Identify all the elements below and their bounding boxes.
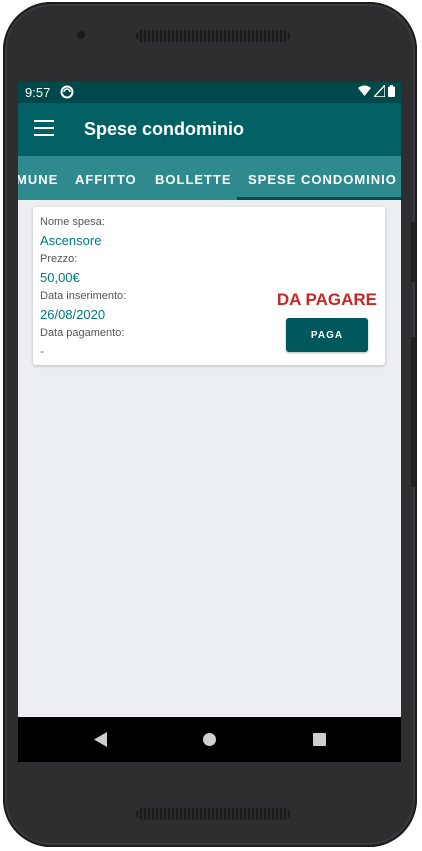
tab-bar: MUNE AFFITTO BOLLETTE SPESE CONDOMINIO	[18, 156, 401, 200]
app-bar: Spese condominio	[18, 103, 401, 156]
expense-card: Nome spesa: Ascensore Prezzo: 50,00€ Dat…	[33, 207, 385, 365]
bottom-speaker	[136, 808, 290, 820]
payment-status-badge: DA PAGARE	[276, 290, 377, 309]
power-button	[411, 222, 417, 282]
pay-button[interactable]: PAGA	[286, 318, 368, 352]
hamburger-menu-icon[interactable]	[34, 120, 54, 138]
battery-icon	[388, 85, 395, 97]
tab-comune[interactable]: MUNE	[18, 172, 58, 187]
status-time: 9:57	[25, 85, 51, 100]
recents-icon[interactable]	[313, 733, 326, 746]
app-notification-icon	[60, 85, 74, 99]
front-camera	[77, 31, 85, 39]
tab-affitto[interactable]: AFFITTO	[75, 172, 137, 187]
navigation-bar	[18, 717, 401, 762]
tab-bollette[interactable]: BOLLETTE	[155, 172, 232, 187]
screen: 9:57 Spese condominio MUNE AFFITTO BOLLE…	[18, 82, 401, 762]
back-icon[interactable]	[93, 732, 108, 747]
home-icon[interactable]	[203, 733, 216, 746]
expense-name-label: Nome spesa:	[40, 216, 105, 228]
earpiece-speaker	[136, 30, 290, 42]
page-title: Spese condominio	[84, 119, 245, 139]
tab-spese-condominio[interactable]: SPESE CONDOMINIO	[248, 172, 397, 187]
insert-date-value: 26/08/2020	[40, 307, 106, 322]
volume-button	[411, 337, 417, 487]
active-tab-indicator	[237, 197, 401, 200]
payment-date-label: Data pagamento:	[40, 327, 125, 339]
expense-name-value: Ascensore	[40, 233, 102, 248]
payment-date-value: -	[40, 344, 44, 358]
signal-icon	[374, 85, 385, 97]
price-value: 50,00€	[40, 270, 80, 285]
insert-date-label: Data inserimento:	[40, 290, 127, 302]
status-bar: 9:57	[18, 82, 401, 103]
wifi-icon	[358, 85, 371, 96]
status-icons	[358, 85, 395, 97]
price-label: Prezzo:	[40, 253, 78, 265]
